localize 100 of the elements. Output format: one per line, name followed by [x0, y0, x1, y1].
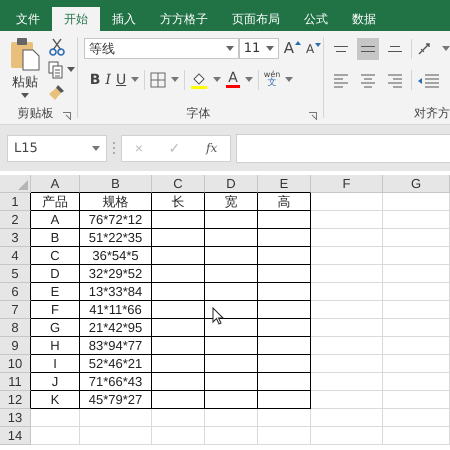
table-cell — [383, 247, 450, 265]
ribbon-tab[interactable]: 文件 — [4, 7, 52, 31]
table-cell: E — [31, 283, 80, 301]
font-size-field[interactable]: 11 — [238, 38, 279, 59]
table-cell — [152, 283, 205, 301]
table-cell — [383, 427, 450, 445]
caret-icon — [92, 146, 100, 150]
table-cell: I — [31, 355, 80, 373]
row-header[interactable]: 12 — [0, 391, 31, 409]
bold-button[interactable]: B — [90, 72, 100, 86]
table-cell: 41*11*66 — [80, 301, 152, 319]
table-cell — [205, 427, 258, 445]
row-header[interactable]: 2 — [0, 211, 31, 229]
font-name-field[interactable]: 等线 — [84, 38, 239, 59]
ribbon-tab[interactable]: 插入 — [100, 7, 148, 31]
row-header[interactable]: 8 — [0, 319, 31, 337]
table-cell — [205, 211, 258, 229]
caret-icon[interactable] — [213, 77, 222, 82]
phonetic-button[interactable]: wén 文 — [264, 71, 280, 88]
row-header[interactable]: 10 — [0, 355, 31, 373]
ribbon-tab[interactable]: 页面布局 — [220, 7, 292, 31]
paste-button[interactable]: 粘贴 — [10, 37, 40, 105]
table-cell — [80, 427, 152, 445]
ribbon-tab[interactable]: 开始 — [52, 7, 100, 31]
table-cell: K — [31, 391, 80, 409]
table-cell — [383, 355, 450, 373]
table-cell: 宽 — [205, 193, 258, 211]
row-header[interactable]: 13 — [0, 409, 31, 427]
borders-icon[interactable] — [150, 72, 166, 88]
caret-icon[interactable] — [442, 46, 450, 51]
italic-button[interactable]: I — [105, 72, 111, 86]
table-cell — [383, 337, 450, 355]
table-cell — [152, 409, 205, 427]
insert-function-button[interactable]: fx — [203, 141, 220, 155]
scissors-icon[interactable] — [48, 38, 66, 56]
table-cell — [258, 247, 311, 265]
table-cell: G — [31, 319, 80, 337]
dialog-launcher-icon[interactable] — [309, 112, 318, 120]
row-header[interactable]: 6 — [0, 283, 31, 301]
table-cell — [311, 247, 383, 265]
column-header[interactable]: D — [205, 175, 258, 193]
caret-icon — [266, 46, 274, 51]
row-header[interactable]: 1 — [0, 193, 31, 211]
table-cell — [205, 391, 258, 409]
brush-icon[interactable] — [48, 83, 66, 101]
table-cell — [152, 301, 205, 319]
fill-color-icon[interactable] — [190, 70, 208, 88]
middle-align-button[interactable] — [356, 38, 379, 60]
table-cell — [311, 229, 383, 247]
table-cell — [205, 355, 258, 373]
table-cell — [31, 427, 80, 445]
table-cell — [152, 265, 205, 283]
column-header[interactable]: G — [383, 175, 450, 193]
underline-button[interactable]: U — [116, 72, 126, 86]
table-cell — [152, 427, 205, 445]
ribbon-tab[interactable]: 公式 — [292, 7, 340, 31]
row-header[interactable]: 3 — [0, 229, 31, 247]
font-color-button[interactable]: A — [226, 71, 240, 88]
copy-icon[interactable] — [48, 60, 64, 78]
formula-input-field[interactable] — [236, 134, 450, 162]
table-cell — [152, 229, 205, 247]
grip-icon — [112, 141, 116, 155]
table-cell: 高 — [258, 193, 311, 211]
table-cell: C — [31, 247, 80, 265]
row-header[interactable]: 9 — [0, 337, 31, 355]
column-header[interactable]: F — [311, 175, 383, 193]
table-cell — [383, 301, 450, 319]
ribbon-tab[interactable]: 数据 — [340, 7, 388, 31]
table-cell: J — [31, 373, 80, 391]
clipboard-icon — [10, 37, 40, 71]
caret-icon[interactable] — [244, 77, 253, 82]
row-header[interactable]: 7 — [0, 301, 31, 319]
table-cell — [311, 337, 383, 355]
table-cell — [383, 409, 450, 427]
column-header[interactable]: A — [31, 175, 80, 193]
table-cell: 36*54*5 — [80, 247, 152, 265]
shrink-font-button[interactable]: A — [306, 42, 322, 54]
caret-icon — [21, 93, 29, 98]
grow-font-button[interactable]: A — [284, 41, 302, 56]
column-header[interactable]: E — [258, 175, 311, 193]
mouse-pointer-icon — [212, 307, 224, 325]
table-cell — [152, 319, 205, 337]
name-box[interactable]: L15 — [7, 134, 107, 162]
dialog-launcher-icon[interactable] — [63, 112, 71, 120]
caret-icon[interactable] — [285, 77, 294, 82]
caret-icon[interactable] — [171, 77, 180, 82]
row-header[interactable]: 4 — [0, 247, 31, 265]
row-header[interactable]: 11 — [0, 373, 31, 391]
ribbon-tab[interactable]: 方方格子 — [148, 7, 220, 31]
indent-icon[interactable] — [416, 72, 439, 88]
column-header[interactable]: C — [152, 175, 205, 193]
table-cell — [311, 283, 383, 301]
column-header[interactable]: B — [80, 175, 152, 193]
table-cell — [152, 211, 205, 229]
row-header[interactable]: 14 — [0, 427, 31, 445]
down-triangle-icon — [315, 42, 322, 46]
caret-icon[interactable] — [67, 67, 75, 72]
caret-icon[interactable] — [131, 77, 140, 82]
row-header[interactable]: 5 — [0, 265, 31, 283]
table-cell — [383, 319, 450, 337]
